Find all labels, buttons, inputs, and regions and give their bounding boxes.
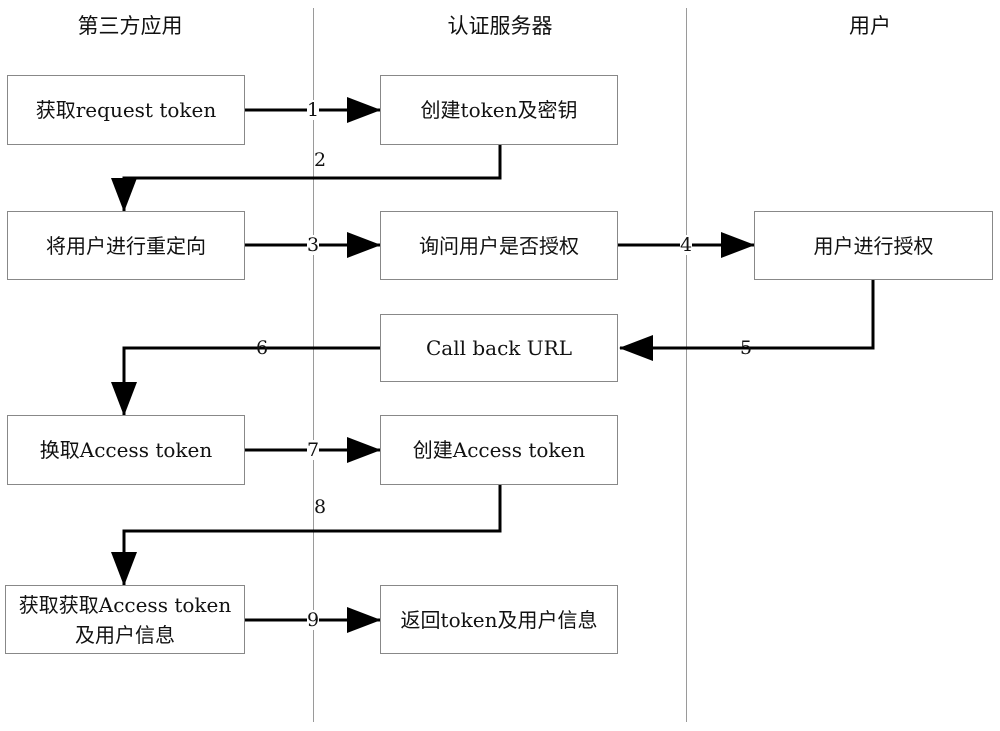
box-get-access-token-info: 获取获取Access token 及用户信息	[5, 585, 245, 654]
box-callback-url: Call back URL	[380, 314, 618, 382]
arrow-6	[111, 346, 381, 416]
step-number-5: 5	[740, 337, 753, 359]
step-number-2: 2	[314, 149, 327, 171]
box-label-line1: 获取获取Access token	[18, 592, 232, 617]
box-ask-authorize: 询问用户是否授权	[380, 211, 618, 280]
box-label: 返回token及用户信息	[400, 607, 598, 632]
box-label: Call back URL	[426, 336, 572, 360]
box-exchange-access-token: 换取Access token	[7, 415, 245, 485]
box-label: 创建Access token	[412, 438, 586, 462]
box-label: 创建token及密钥	[420, 98, 578, 122]
step-number-9: 9	[307, 609, 320, 631]
box-create-access-token: 创建Access token	[380, 415, 618, 485]
box-get-request-token: 获取request token	[7, 75, 245, 145]
box-redirect-user: 将用户进行重定向	[7, 211, 245, 280]
box-label-line2: 及用户信息	[75, 622, 175, 647]
box-user-authorize: 用户进行授权	[754, 211, 993, 280]
box-create-token-key: 创建token及密钥	[380, 75, 618, 145]
arrow-8	[111, 483, 502, 586]
step-number-8: 8	[314, 496, 327, 518]
box-label: 将用户进行重定向	[46, 233, 206, 258]
step-number-4: 4	[680, 234, 693, 256]
step-number-1: 1	[307, 99, 320, 121]
step-number-7: 7	[307, 439, 320, 461]
box-label: 获取request token	[35, 98, 217, 122]
box-label: 询问用户是否授权	[419, 233, 579, 258]
box-return-token-info: 返回token及用户信息	[380, 585, 618, 654]
box-label: 用户进行授权	[813, 233, 934, 258]
step-number-3: 3	[307, 234, 320, 256]
step-number-6: 6	[256, 337, 269, 359]
arrow-2	[111, 143, 502, 212]
box-label: 换取Access token	[39, 438, 213, 462]
